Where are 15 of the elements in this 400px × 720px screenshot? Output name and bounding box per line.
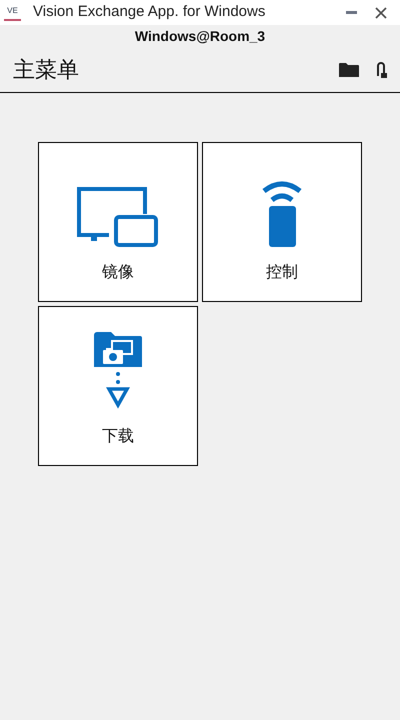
folder-download-icon xyxy=(94,331,142,411)
menu-tile[interactable]: 控制 xyxy=(202,142,362,302)
reconnect-button[interactable] xyxy=(375,60,387,80)
screens-icon xyxy=(77,187,159,247)
connection-name: Windows@Room_3 xyxy=(134,27,266,46)
folder-button[interactable] xyxy=(339,62,359,78)
window-title: Vision Exchange App. for Windows xyxy=(33,2,266,22)
remote-icon xyxy=(262,181,302,247)
close-icon xyxy=(375,6,387,18)
hook-icon xyxy=(375,60,387,80)
menu-tile[interactable]: 下载 xyxy=(38,306,198,466)
folder-icon xyxy=(339,62,359,78)
minimize-icon xyxy=(346,11,356,14)
menu-tile[interactable]: 镜像 xyxy=(38,142,198,302)
page-title: 主菜单 xyxy=(13,56,79,84)
